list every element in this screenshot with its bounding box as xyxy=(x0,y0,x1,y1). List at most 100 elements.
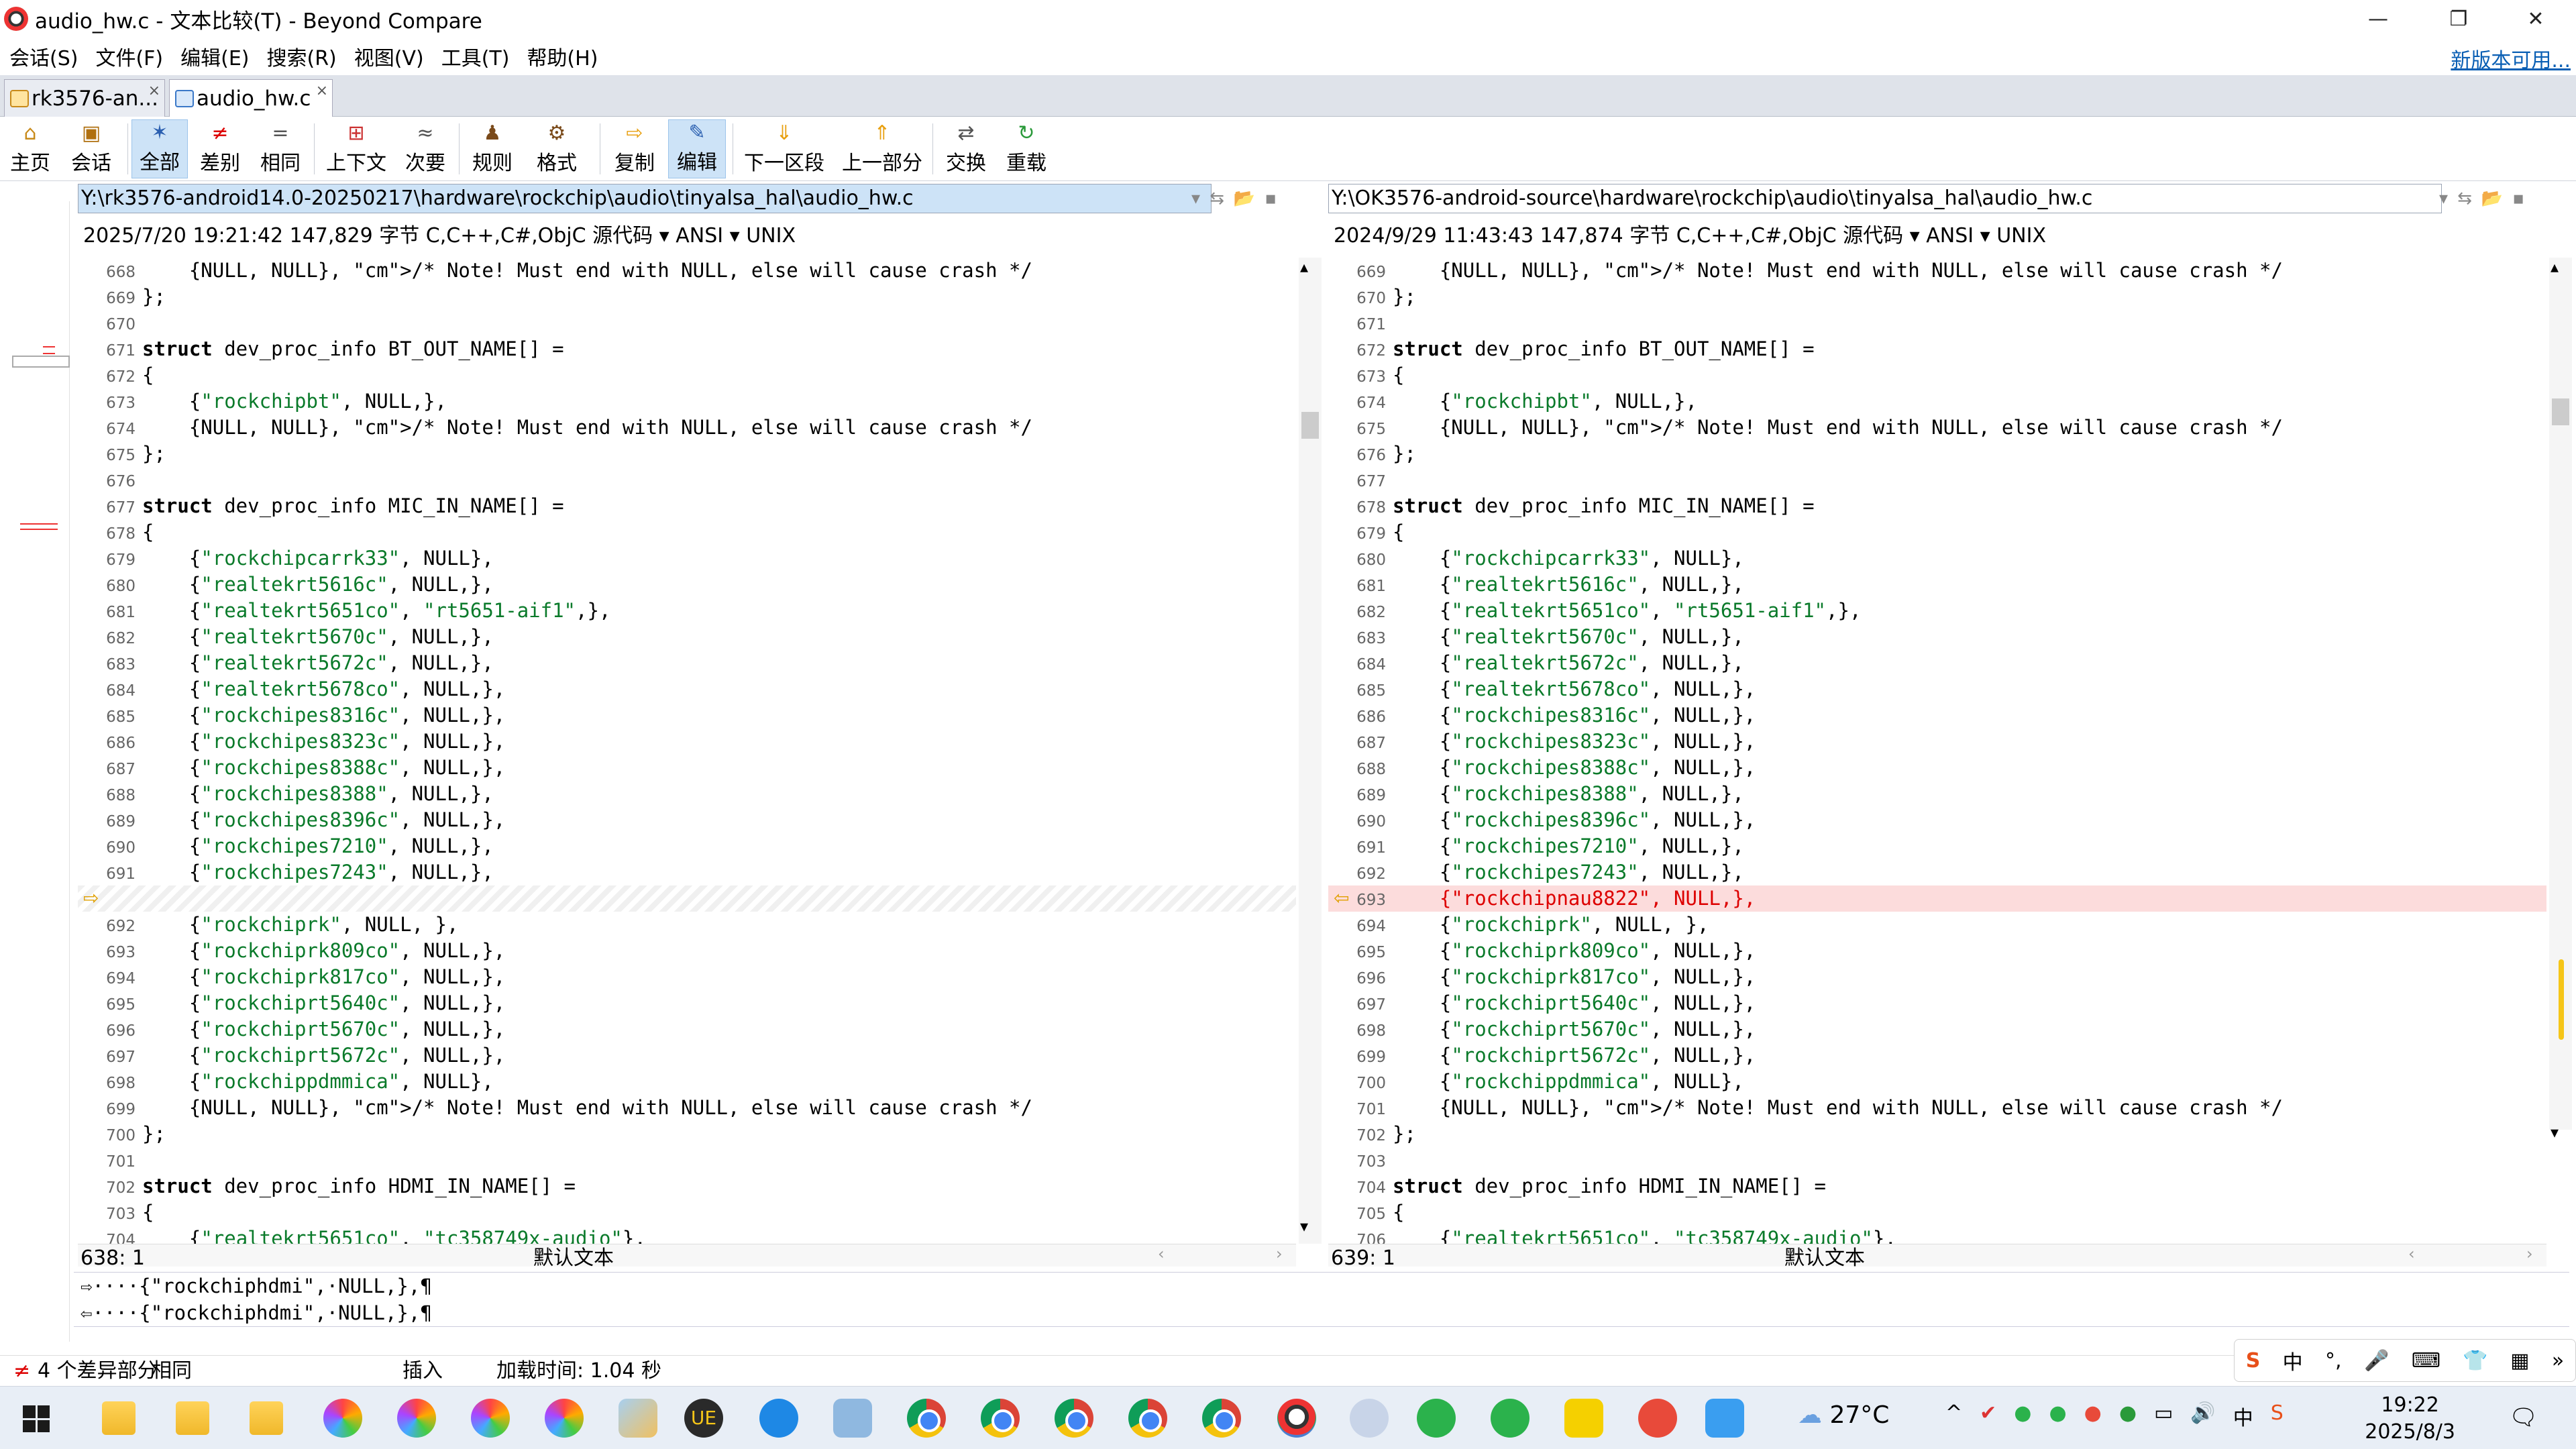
code-line[interactable]: 696 {"rockchiprk817co", NULL,}, xyxy=(1328,964,2546,990)
app-photo-icon[interactable] xyxy=(1705,1399,1744,1438)
chrome-icon[interactable] xyxy=(981,1399,1020,1438)
code-line[interactable]: 691 {"rockchipes7210", NULL,}, xyxy=(1328,833,2546,859)
editor-icon[interactable] xyxy=(619,1399,657,1438)
diff-line[interactable]: 693 {"rockchipnau8822", NULL,}, xyxy=(1328,885,2546,912)
code-line[interactable]: 693 {"rockchiprk809co", NULL,}, xyxy=(78,938,1296,964)
code-line[interactable]: 672 { xyxy=(78,362,1296,388)
code-line[interactable]: 697 {"rockchiprt5672c", NULL,}, xyxy=(78,1042,1296,1069)
code-line[interactable]: 706 {"realtekrt5651co", "tc358749x-audio… xyxy=(1328,1226,2546,1244)
code-line[interactable]: 698 {"rockchippdmmica", NULL}, xyxy=(78,1069,1296,1095)
menu-search[interactable]: 搜索(R) xyxy=(258,42,345,71)
code-line[interactable]: 686 {"rockchipes8323c", NULL,}, xyxy=(78,729,1296,755)
menu-help[interactable]: 帮助(H) xyxy=(517,42,606,71)
code-line[interactable]: 674 {NULL, NULL}, "cm">/* Note! Must end… xyxy=(78,415,1296,441)
code-line[interactable]: 695 {"rockchiprk809co", NULL,}, xyxy=(1328,938,2546,964)
chrome-icon[interactable] xyxy=(907,1399,946,1438)
code-line[interactable]: 698 {"rockchiprt5670c", NULL,}, xyxy=(1328,1016,2546,1042)
code-line[interactable]: 701 xyxy=(78,1147,1296,1173)
code-line[interactable]: 681 {"realtekrt5651co", "rt5651-aif1",}, xyxy=(78,598,1296,624)
gap-line[interactable] xyxy=(78,885,1296,912)
code-line[interactable]: 677 struct dev_proc_info MIC_IN_NAME[] = xyxy=(78,493,1296,519)
context-button[interactable]: ⊞ 上下文 xyxy=(319,119,393,178)
ime-toolbar[interactable]: S 中 °, 🎤 ⌨ 👕 ▦ » xyxy=(2234,1339,2576,1382)
code-line[interactable]: 704 {"realtekrt5651co", "tc358749x-audio… xyxy=(78,1226,1296,1244)
tab-close-icon[interactable]: × xyxy=(316,83,328,99)
code-line[interactable]: 696 {"rockchiprt5670c", NULL,}, xyxy=(78,1016,1296,1042)
swap-button[interactable]: ⇄ 交换 xyxy=(938,119,994,178)
code-line[interactable]: 673 {"rockchipbt", NULL,}, xyxy=(78,388,1296,415)
reload-button[interactable]: ↻ 重载 xyxy=(998,119,1055,178)
code-line[interactable]: 680 {"realtekrt5616c", NULL,}, xyxy=(78,572,1296,598)
code-line[interactable]: 694 {"rockchiprk", NULL, }, xyxy=(1328,912,2546,938)
overview-gutter[interactable] xyxy=(12,201,70,1342)
scroll-up-icon[interactable]: ▴ xyxy=(2551,258,2559,276)
scroll-right-icon[interactable]: › xyxy=(1276,1244,1283,1263)
volume-icon[interactable]: 🔊 xyxy=(2190,1401,2215,1431)
swap-small-icon[interactable]: ⇆ xyxy=(1210,189,1224,209)
swap-small-icon[interactable]: ⇆ xyxy=(2457,189,2472,209)
sogou-tray-icon[interactable]: S xyxy=(2271,1401,2284,1431)
notification-icon[interactable]: 🗨 xyxy=(2509,1404,2538,1431)
app-blue-icon[interactable] xyxy=(833,1399,872,1438)
code-line[interactable]: 668 {NULL, NULL}, "cm">/* Note! Must end… xyxy=(78,258,1296,284)
folder-icon[interactable] xyxy=(102,1401,136,1435)
code-line[interactable]: 700 {"rockchippdmmica", NULL}, xyxy=(1328,1069,2546,1095)
restore-button[interactable]: ❐ xyxy=(2422,0,2496,38)
code-line[interactable]: 676 xyxy=(78,467,1296,493)
beyond-compare-taskbar-icon[interactable] xyxy=(1277,1399,1316,1438)
code-line[interactable]: 702}; xyxy=(1328,1121,2546,1147)
app-color-icon[interactable] xyxy=(323,1399,362,1438)
left-code-pane[interactable]: 668 {NULL, NULL}, "cm">/* Note! Must end… xyxy=(78,258,1296,1244)
code-line[interactable]: 676}; xyxy=(1328,441,2546,467)
code-line[interactable]: 699 {"rockchiprt5672c", NULL,}, xyxy=(1328,1042,2546,1069)
code-line[interactable]: 689 {"rockchipes8388", NULL,}, xyxy=(1328,781,2546,807)
close-button[interactable]: ✕ xyxy=(2499,0,2573,38)
code-line[interactable]: 686 {"rockchipes8316c", NULL,}, xyxy=(1328,702,2546,729)
code-line[interactable]: 700}; xyxy=(78,1121,1296,1147)
minor-button[interactable]: ≈ 次要 xyxy=(397,119,453,178)
menu-edit[interactable]: 编辑(E) xyxy=(171,42,257,71)
right-code-pane[interactable]: 669 {NULL, NULL}, "cm">/* Note! Must end… xyxy=(1328,258,2546,1244)
code-line[interactable]: 679 {"rockchipcarrk33", NULL}, xyxy=(78,545,1296,572)
app-gear-icon[interactable] xyxy=(1350,1399,1389,1438)
chrome-icon[interactable] xyxy=(1128,1399,1167,1438)
scroll-up-icon[interactable]: ▴ xyxy=(1300,258,1308,276)
weather[interactable]: ☁ 27°C xyxy=(1798,1401,1889,1429)
code-line[interactable]: 670}; xyxy=(1328,284,2546,310)
player-icon[interactable] xyxy=(1564,1399,1603,1438)
code-line[interactable]: 705 { xyxy=(1328,1199,2546,1226)
copy-button[interactable]: ⇨ 复制 xyxy=(606,119,663,178)
code-line[interactable]: 702 struct dev_proc_info HDMI_IN_NAME[] = xyxy=(78,1173,1296,1199)
app-s-icon[interactable] xyxy=(759,1399,798,1438)
code-line[interactable]: 678 { xyxy=(78,519,1296,545)
code-line[interactable]: 704 struct dev_proc_info HDMI_IN_NAME[] = xyxy=(1328,1173,2546,1199)
code-line[interactable]: 690 {"rockchipes8396c", NULL,}, xyxy=(1328,807,2546,833)
copy-to-left-arrow-icon[interactable]: ⇨ xyxy=(83,887,99,909)
clock[interactable]: 19:22 2025/8/3 xyxy=(2365,1392,2455,1446)
show-same-button[interactable]: = 相同 xyxy=(252,119,309,178)
chrome-icon[interactable] xyxy=(1202,1399,1241,1438)
edit-button[interactable]: ✎ 编辑 xyxy=(668,119,726,178)
scroll-left-icon[interactable]: ‹ xyxy=(2408,1244,2415,1263)
punctuation-icon[interactable]: °, xyxy=(2325,1349,2342,1373)
wechat-icon[interactable] xyxy=(1417,1399,1456,1438)
code-line[interactable]: 674 {"rockchipbt", NULL,}, xyxy=(1328,388,2546,415)
tab-audio-hw[interactable]: audio_hw.c × xyxy=(169,79,333,117)
tray-app-icon[interactable]: ✔ xyxy=(1980,1401,1996,1431)
code-line[interactable]: 670 xyxy=(78,310,1296,336)
side-handle[interactable] xyxy=(2559,959,2564,1040)
app-color-icon[interactable] xyxy=(397,1399,436,1438)
menu-session[interactable]: 会话(S) xyxy=(0,42,86,71)
folder-open-icon[interactable]: 📂 xyxy=(1234,189,1255,209)
scroll-right-icon[interactable]: › xyxy=(2526,1244,2533,1263)
network-icon[interactable]: ▭ xyxy=(2154,1401,2173,1431)
code-line[interactable]: 695 {"rockchiprt5640c", NULL,}, xyxy=(78,990,1296,1016)
tray-wechat-icon[interactable]: ● xyxy=(2014,1401,2031,1431)
right-horizontal-scrollbar[interactable]: ‹ › xyxy=(1328,1244,2546,1267)
show-all-button[interactable]: ✶ 全部 xyxy=(131,119,188,178)
code-line[interactable]: 690 {"rockchipes7210", NULL,}, xyxy=(78,833,1296,859)
code-line[interactable]: 692 {"rockchiprk", NULL, }, xyxy=(78,912,1296,938)
code-line[interactable]: 699 {NULL, NULL}, "cm">/* Note! Must end… xyxy=(78,1095,1296,1121)
session-button[interactable]: ▣ 会话 xyxy=(59,119,123,178)
scroll-down-icon[interactable]: ▾ xyxy=(1300,1217,1308,1236)
